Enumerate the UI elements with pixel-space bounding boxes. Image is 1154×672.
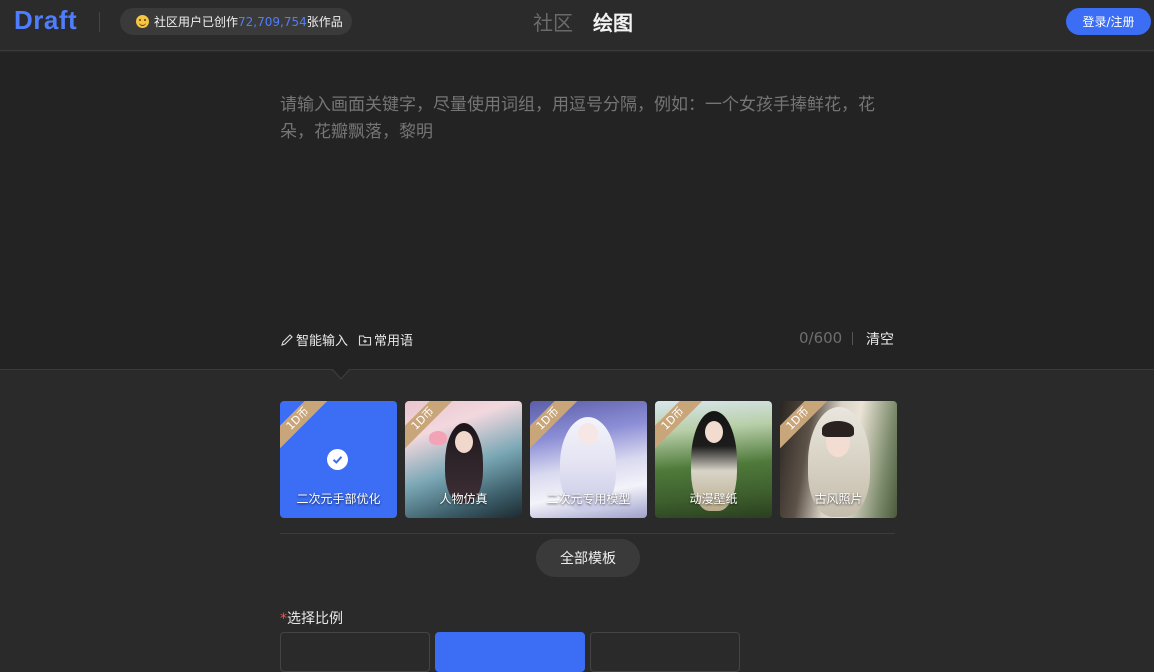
ratio-title-label: 选择比例 <box>287 611 343 627</box>
main-nav: 社区 绘图 <box>533 7 633 36</box>
required-mark: * <box>280 611 287 627</box>
template-label: 动漫壁纸 <box>689 492 738 506</box>
template-card[interactable]: 1D币 人物仿真 <box>405 401 522 518</box>
top-header: Draft 社区用户已创作 72,709,754 张作品 社区 绘图 登录/注册 <box>0 0 1154 51</box>
prompt-panel: 智能输入 常用语 0/600 清空 <box>0 52 1154 370</box>
creation-stats-badge: 社区用户已创作 72,709,754 张作品 <box>120 8 352 35</box>
template-label: 古风照片 <box>814 492 863 506</box>
common-phrases-button[interactable]: 常用语 <box>358 330 413 349</box>
stats-suffix: 张作品 <box>306 15 343 29</box>
clear-button[interactable]: 清空 <box>866 329 894 349</box>
ratio-option[interactable] <box>280 632 430 672</box>
section-divider <box>280 533 895 534</box>
thumbnail-face <box>455 431 473 453</box>
smart-input-button[interactable]: 智能输入 <box>280 330 348 349</box>
template-label: 二次元专用模型 <box>546 492 631 506</box>
thumbnail-hair <box>822 421 854 437</box>
check-icon <box>327 449 348 470</box>
char-counter: 0/600 <box>799 329 843 347</box>
all-templates-button[interactable]: 全部模板 <box>536 539 640 577</box>
counter-divider <box>852 332 853 345</box>
prompt-toolbar: 智能输入 常用语 <box>280 330 413 349</box>
common-phrases-label: 常用语 <box>374 334 414 349</box>
header-divider <box>99 12 100 32</box>
tab-community[interactable]: 社区 <box>533 7 573 36</box>
template-label: 人物仿真 <box>439 492 488 506</box>
ratio-section-title: *选择比例 <box>280 608 343 628</box>
pencil-icon <box>281 333 293 346</box>
ratio-option[interactable] <box>435 632 585 672</box>
template-card[interactable]: 1D币 二次元专用模型 <box>530 401 647 518</box>
price-badge: 1D币 <box>280 401 332 453</box>
thumbnail-face <box>578 423 598 445</box>
ratio-option[interactable] <box>590 632 740 672</box>
smart-input-label: 智能输入 <box>296 334 349 349</box>
template-card[interactable]: 1D币 动漫壁纸 <box>655 401 772 518</box>
panel-notch <box>333 369 349 378</box>
thumbnail-face <box>705 421 723 443</box>
stats-prefix: 社区用户已创作 <box>154 15 239 29</box>
template-list: 1D币 二次元手部优化 1D币 人物仿真 1D币 二次元专用模型 1D币 动漫壁… <box>280 401 897 518</box>
stats-count: 72,709,754 <box>238 14 307 29</box>
template-card[interactable]: 1D币 二次元手部优化 <box>280 401 397 518</box>
template-label: 二次元手部优化 <box>296 492 381 506</box>
login-register-button[interactable]: 登录/注册 <box>1066 8 1151 35</box>
smile-emoji-icon <box>136 15 149 28</box>
template-card[interactable]: 1D币 古风照片 <box>780 401 897 518</box>
ratio-options <box>280 632 740 672</box>
logo[interactable]: Draft <box>14 5 77 36</box>
folder-plus-icon <box>358 334 372 346</box>
prompt-input[interactable] <box>280 92 890 292</box>
tab-drawing[interactable]: 绘图 <box>593 7 633 36</box>
thumbnail-flower <box>429 431 447 445</box>
